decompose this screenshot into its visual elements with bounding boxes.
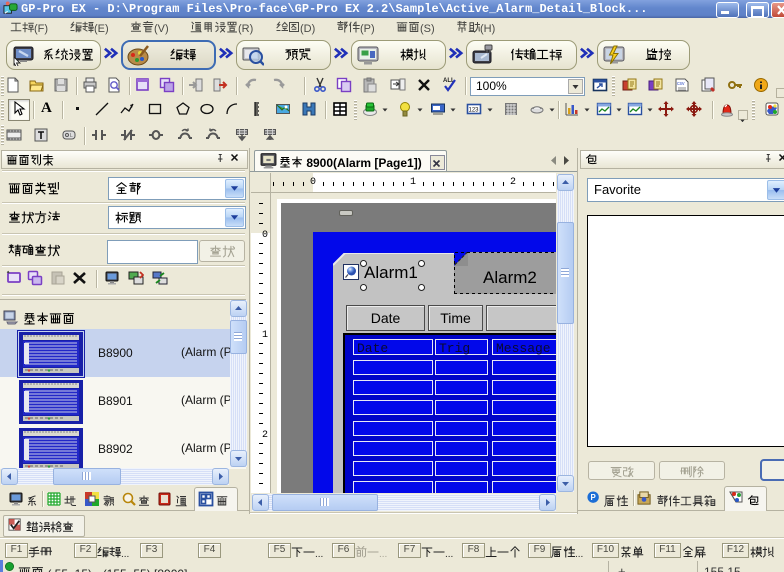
svg-text:123: 123 (469, 108, 480, 114)
svg-text:P: P (591, 493, 596, 502)
svg-text:L: L (70, 133, 73, 139)
svg-text:csv: csv (677, 81, 685, 87)
